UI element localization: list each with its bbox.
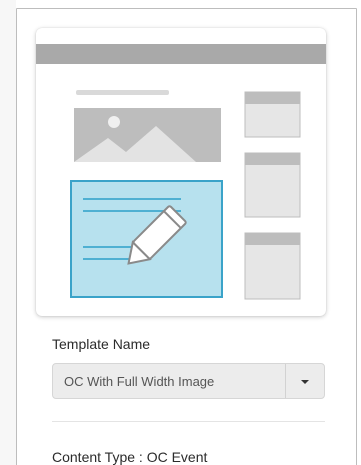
- image-placeholder-icon: [74, 108, 221, 162]
- section-divider: [52, 421, 325, 422]
- content-type-text: Content Type : OC Event: [52, 449, 208, 465]
- sidebar-widget-3: [244, 232, 301, 300]
- sidebar-widget-2: [244, 152, 301, 218]
- template-layout-illustration: [36, 44, 326, 300]
- preview-title-line: [76, 90, 169, 95]
- template-preview-card: [36, 28, 326, 316]
- template-name-select[interactable]: OC With Full Width Image: [52, 363, 325, 399]
- preview-header-bar: [36, 44, 326, 64]
- template-name-label: Template Name: [52, 336, 151, 352]
- template-name-value: OC With Full Width Image: [64, 373, 215, 389]
- chevron-down-icon: [301, 380, 309, 384]
- sidebar-widget-1: [244, 91, 301, 138]
- selected-content-block[interactable]: [70, 180, 223, 298]
- left-gutter: [0, 0, 16, 465]
- template-dropdown-button[interactable]: [286, 364, 324, 398]
